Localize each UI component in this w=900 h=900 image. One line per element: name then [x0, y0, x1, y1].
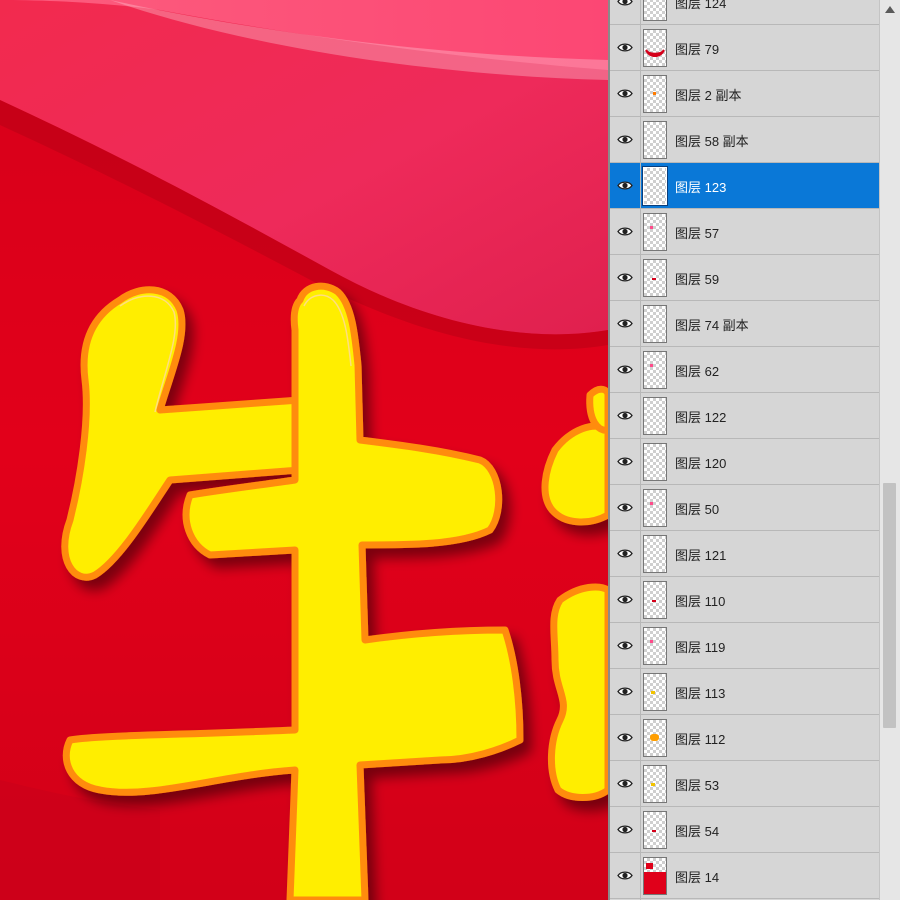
layer-row[interactable]: 图层 122 [610, 393, 882, 439]
layer-thumbnail[interactable] [643, 673, 667, 711]
layer-name[interactable]: 图层 124 [675, 0, 726, 12]
layer-list: 图层 124 图层 79 图层 2 副本 图层 58 副本 图层 123 图层 57 图层 … [610, 0, 882, 900]
visibility-eye-icon[interactable] [610, 301, 641, 346]
layer-thumbnail[interactable] [643, 397, 667, 435]
layer-name[interactable]: 图层 123 [675, 177, 726, 196]
layer-name[interactable]: 图层 2 副本 [675, 85, 741, 104]
layer-row[interactable]: 图层 14 [610, 853, 882, 899]
visibility-eye-icon[interactable] [610, 669, 641, 714]
layer-row[interactable]: 图层 110 [610, 577, 882, 623]
layer-row[interactable]: 图层 123 [610, 163, 882, 209]
scroll-thumb[interactable] [883, 483, 896, 728]
layer-row[interactable]: 图层 58 副本 [610, 117, 882, 163]
visibility-eye-icon[interactable] [610, 25, 641, 70]
layer-row[interactable]: 图层 119 [610, 623, 882, 669]
layer-name[interactable]: 图层 58 副本 [675, 131, 749, 150]
layer-row[interactable]: 图层 54 [610, 807, 882, 853]
visibility-eye-icon[interactable] [610, 439, 641, 484]
layer-thumbnail[interactable] [643, 29, 667, 67]
layer-row[interactable]: 图层 62 [610, 347, 882, 393]
layer-row[interactable]: 图层 59 [610, 255, 882, 301]
visibility-eye-icon[interactable] [610, 853, 641, 898]
layer-thumbnail[interactable] [643, 489, 667, 527]
layer-thumbnail[interactable] [643, 765, 667, 803]
visibility-eye-icon[interactable] [610, 255, 641, 300]
scroll-up-button[interactable] [880, 0, 900, 18]
layer-thumbnail[interactable] [643, 627, 667, 665]
layer-thumbnail[interactable] [643, 351, 667, 389]
layer-thumbnail[interactable] [643, 75, 667, 113]
layer-row[interactable]: 图层 120 [610, 439, 882, 485]
layer-row[interactable]: 图层 57 [610, 209, 882, 255]
visibility-eye-icon[interactable] [610, 71, 641, 116]
layer-name[interactable]: 图层 54 [675, 821, 719, 840]
layer-row[interactable]: 图层 124 [610, 0, 882, 25]
layer-name[interactable]: 图层 79 [675, 39, 719, 58]
layer-name[interactable]: 图层 121 [675, 545, 726, 564]
visibility-eye-icon[interactable] [610, 393, 641, 438]
layer-row[interactable]: 图层 2 副本 [610, 71, 882, 117]
layer-name[interactable]: 图层 62 [675, 361, 719, 380]
layer-thumbnail[interactable] [643, 443, 667, 481]
layer-thumbnail[interactable] [643, 811, 667, 849]
layer-row[interactable]: 图层 79 [610, 25, 882, 71]
layer-row[interactable]: 图层 50 [610, 485, 882, 531]
layer-thumbnail[interactable] [643, 305, 667, 343]
visibility-eye-icon[interactable] [610, 347, 641, 392]
visibility-eye-icon[interactable] [610, 623, 641, 668]
visibility-eye-icon[interactable] [610, 577, 641, 622]
visibility-eye-icon[interactable] [610, 761, 641, 806]
layer-thumbnail[interactable] [643, 167, 667, 205]
layers-panel: 图层 124 图层 79 图层 2 副本 图层 58 副本 图层 123 图层 57 图层 … [608, 0, 900, 900]
layer-name[interactable]: 图层 120 [675, 453, 726, 472]
layer-thumbnail[interactable] [643, 121, 667, 159]
visibility-eye-icon[interactable] [610, 485, 641, 530]
layer-thumbnail[interactable] [643, 535, 667, 573]
visibility-eye-icon[interactable] [610, 117, 641, 162]
layer-name[interactable]: 图层 119 [675, 637, 725, 656]
layer-name[interactable]: 图层 110 [675, 591, 725, 610]
layer-name[interactable]: 图层 59 [675, 269, 719, 288]
visibility-eye-icon[interactable] [610, 209, 641, 254]
visibility-eye-icon[interactable] [610, 0, 641, 24]
layer-name[interactable]: 图层 53 [675, 775, 719, 794]
layer-row[interactable]: 图层 53 [610, 761, 882, 807]
layer-name[interactable]: 图层 14 [675, 867, 719, 886]
layer-thumbnail[interactable] [643, 0, 667, 21]
layer-thumbnail[interactable] [643, 581, 667, 619]
layer-name[interactable]: 图层 112 [675, 729, 725, 748]
layers-scrollbar[interactable] [879, 0, 900, 900]
layer-thumbnail[interactable] [643, 719, 667, 757]
layer-thumbnail[interactable] [643, 259, 667, 297]
layer-name[interactable]: 图层 113 [675, 683, 725, 702]
layer-name[interactable]: 图层 122 [675, 407, 726, 426]
layer-thumbnail[interactable] [643, 857, 667, 895]
layer-name[interactable]: 图层 57 [675, 223, 719, 242]
visibility-eye-icon[interactable] [610, 715, 641, 760]
layer-name[interactable]: 图层 74 副本 [675, 315, 749, 334]
visibility-eye-icon[interactable] [610, 531, 641, 576]
layer-thumbnail[interactable] [643, 213, 667, 251]
layer-row[interactable]: 图层 113 [610, 669, 882, 715]
document-canvas[interactable] [0, 0, 608, 900]
layer-row[interactable]: 图层 112 [610, 715, 882, 761]
layer-name[interactable]: 图层 50 [675, 499, 719, 518]
layer-row[interactable]: 图层 74 副本 [610, 301, 882, 347]
visibility-eye-icon[interactable] [610, 163, 641, 208]
triangle-up-icon [885, 5, 895, 13]
visibility-eye-icon[interactable] [610, 807, 641, 852]
layer-row[interactable]: 图层 121 [610, 531, 882, 577]
canvas-artwork [0, 0, 608, 900]
